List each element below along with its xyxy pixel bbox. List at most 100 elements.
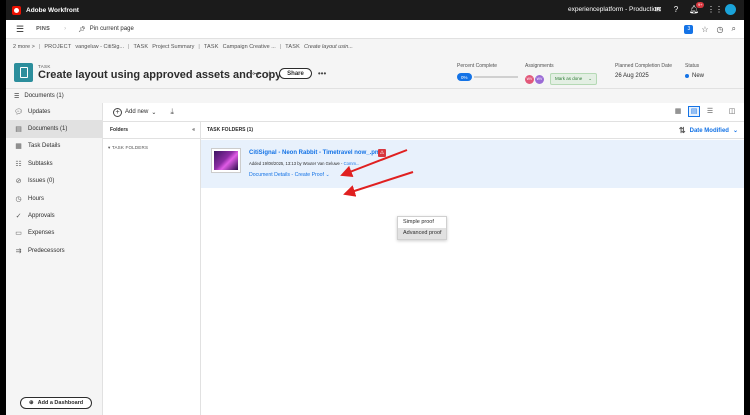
issues-icon: ⊘	[15, 178, 22, 186]
pins-label[interactable]: PINS	[36, 26, 50, 32]
list-title: TASK FOLDERS (1)	[207, 127, 254, 133]
star-icon[interactable]: ☆	[701, 25, 708, 34]
menu-item-advanced-proof[interactable]: Advanced proof	[398, 228, 446, 239]
document-details-link[interactable]: Document Details	[249, 172, 290, 178]
menu-icon[interactable]: ☰	[16, 24, 24, 35]
app-title: Adobe Workfront	[26, 6, 79, 14]
menu-item-simple-proof[interactable]: Simple proof	[398, 217, 446, 228]
add-new-button[interactable]: + Add new ⌄	[113, 107, 156, 117]
task-sidebar: 💬︎ Updates ▤ Documents (1) ▦ Task Details ☷…	[6, 103, 103, 415]
add-new-label: Add new	[125, 109, 149, 115]
crumb-type: TASK	[133, 44, 149, 50]
side-panel-icon[interactable]: ◫	[726, 106, 738, 117]
comments-link[interactable]: Comm...	[344, 161, 360, 166]
feedback-icon[interactable]: ✉	[653, 5, 663, 15]
collapse-icon[interactable]: «	[192, 127, 195, 133]
adobe-logo-icon	[12, 5, 21, 15]
add-dashboard-label: Add a Dashboard	[37, 400, 84, 406]
sidebar-item-issues[interactable]: ⊘ Issues (0)	[6, 173, 102, 190]
apps-grid-icon[interactable]: ⋮⋮	[707, 5, 723, 15]
chevron-right-icon: ›	[64, 26, 67, 32]
status: Status New	[685, 63, 704, 79]
sort-icon: ⇅	[678, 126, 686, 135]
percent-complete: Percent Complete 0%	[457, 63, 518, 81]
details-icon: ▦	[15, 143, 22, 151]
sidebar-item-approvals[interactable]: ✓ Approvals	[6, 207, 102, 224]
bell-icon[interactable]: 🔔︎ 9+	[689, 1, 704, 15]
breadcrumb-task-campaign[interactable]: Campaign Creative ...	[223, 44, 276, 50]
favorite-star-icon[interactable]: ☆	[266, 69, 273, 78]
mark-done-label: Mark as done	[555, 76, 583, 81]
document-name-link[interactable]: CitiSignal - Neon Rabbit - Timetravel no…	[249, 150, 382, 156]
mark-as-done-button[interactable]: Mark as done ⌄	[550, 73, 598, 85]
progress-bar[interactable]	[473, 76, 518, 78]
documents-content: + Add new ⌄ ⤓ ▦ ▤ ☰ ◫ Folders « ▾ TASK F…	[103, 103, 744, 415]
user-avatar[interactable]	[725, 4, 736, 15]
sort-label: Date Modified	[689, 127, 729, 134]
history-icon[interactable]: ◷	[717, 25, 724, 34]
breadcrumb: 2 more > | PROJECT vangeluw - CitiSig...…	[13, 44, 353, 50]
add-dashboard-button[interactable]: ⊕ Add a Dashboard	[20, 397, 93, 409]
crumb-type: TASK	[285, 44, 300, 50]
chevron-down-icon: ⌄	[732, 128, 738, 134]
status-dot	[685, 74, 689, 78]
org-switcher[interactable]: experienceplatform - Production	[568, 6, 660, 13]
pin-bar: ☰ PINS › 📌︎ Pin current page 3 ☆ ◷ ⌕	[6, 20, 744, 39]
compact-view-icon[interactable]: ☰	[704, 106, 716, 117]
sidebar-item-task-details[interactable]: ▦ Task Details	[6, 138, 102, 155]
task-folders-item[interactable]: ▾ TASK FOLDERS	[103, 139, 200, 151]
task-icon	[14, 63, 33, 82]
crumb-type: TASK	[203, 44, 219, 50]
document-thumbnail[interactable]	[211, 148, 241, 173]
approvals-icon: ✓	[15, 213, 22, 221]
breadcrumb-more[interactable]: 2 more >	[13, 44, 35, 50]
breadcrumb-task-summary[interactable]: Project Summary	[152, 44, 194, 50]
sidebar-item-expenses[interactable]: ▭ Expenses	[6, 225, 102, 242]
subtasks-icon: ☷	[15, 160, 22, 168]
status-label: Status	[685, 63, 700, 69]
list-view-icon[interactable]: ▤	[688, 106, 700, 117]
top-bar: Adobe Workfront experienceplatform - Pro…	[6, 0, 744, 20]
assignments: Assignments WV WV Mark as done ⌄	[525, 63, 598, 85]
search-icon[interactable]: ⌕	[732, 24, 736, 34]
grid-view-icon[interactable]: ▦	[672, 106, 684, 117]
chevron-down-icon: ⌄	[325, 172, 330, 178]
pin-current-page-button[interactable]: 📌︎ Pin current page	[78, 26, 134, 33]
notification-badge: 9+	[696, 1, 704, 8]
sidebar-item-documents[interactable]: ▤ Documents (1)	[6, 120, 102, 138]
follow-icon[interactable]: ⊶	[252, 69, 260, 78]
workfront-app: Adobe Workfront experienceplatform - Pro…	[6, 0, 744, 415]
planned-date[interactable]: 26 Aug 2025	[615, 73, 672, 79]
sidebar-item-label: Task Details	[28, 143, 61, 150]
breadcrumb-project[interactable]: vangeluw - CitiSig...	[75, 44, 124, 50]
sidebar-item-hours[interactable]: ◷ Hours	[6, 190, 102, 207]
clock-icon: ◷	[15, 195, 22, 203]
sort-control[interactable]: ⇅ Date Modified ⌄	[679, 126, 738, 135]
panel-toggle-icon[interactable]: ☰	[14, 93, 19, 100]
status-badge[interactable]: New	[692, 73, 704, 79]
assignee-avatar[interactable]: WV	[535, 74, 544, 84]
planned-completion: Planned Completion Date 26 Aug 2025	[615, 63, 672, 79]
document-row[interactable]: CitiSignal - Neon Rabbit - Timetravel no…	[201, 140, 744, 188]
sidebar-item-label: Updates	[28, 108, 51, 115]
create-proof-button[interactable]: Create Proof ⌄	[295, 172, 330, 178]
percent-value[interactable]: 0%	[457, 73, 472, 81]
download-icon[interactable]: ⤓	[170, 107, 174, 117]
sidebar-item-predecessors[interactable]: ⇉ Predecessors	[6, 242, 102, 259]
assignee-avatar[interactable]: WV	[525, 74, 534, 84]
sidebar-item-label: Documents (1)	[28, 126, 68, 133]
sidebar-item-subtasks[interactable]: ☷ Subtasks	[6, 155, 102, 172]
create-proof-label: Create Proof	[294, 172, 324, 178]
more-options-icon[interactable]: •••	[318, 69, 326, 78]
add-circle-icon: ⊕	[29, 400, 34, 406]
assignments-label: Assignments	[525, 63, 554, 69]
crumb-type: PROJECT	[44, 44, 72, 50]
sidebar-item-updates[interactable]: 💬︎ Updates	[6, 103, 102, 120]
sidebar-item-label: Approvals	[28, 213, 55, 220]
documents-bar-label: Documents (1)	[24, 93, 64, 99]
added-text: Added 19/08/2025, 13:13 by Wouter Van Ge…	[249, 161, 343, 166]
help-icon[interactable]: ?	[671, 5, 681, 15]
share-button[interactable]: Share	[279, 68, 312, 79]
folders-title: Folders	[110, 127, 129, 133]
count-badge[interactable]: 3	[684, 24, 694, 34]
